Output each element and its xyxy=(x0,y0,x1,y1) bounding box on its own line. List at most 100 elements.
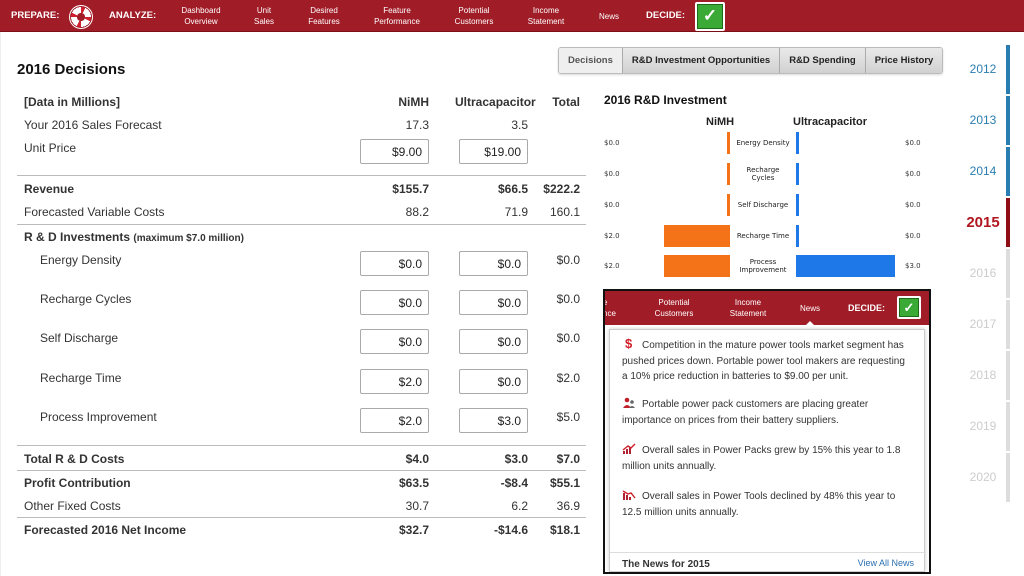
row-label: Profit Contribution xyxy=(24,476,131,490)
nav-label-line: News xyxy=(799,304,820,313)
ultra-unit-price-input[interactable]: $19.00 xyxy=(459,139,528,164)
nimh-rd-input[interactable]: $2.0 xyxy=(360,408,429,433)
nimh-rd-input[interactable]: $0.0 xyxy=(360,251,429,276)
total-revenue: $222.2 xyxy=(543,182,580,196)
tab-rd-spending[interactable]: R&D Spending xyxy=(780,48,866,73)
nimh-bar xyxy=(727,194,730,216)
svg-text:$: $ xyxy=(625,336,633,350)
net-income-row: Forecasted 2016 Net Income $32.7 -$14.6 … xyxy=(17,523,583,543)
year-2016[interactable]: 2016 xyxy=(960,249,1010,298)
nimh-rd-input[interactable]: $0.0 xyxy=(360,290,429,315)
nav-potential-customers[interactable]: Potential Customers xyxy=(448,5,500,27)
ultra-rd-input[interactable]: $0.0 xyxy=(459,251,528,276)
nav-label-line: nce xyxy=(603,309,616,318)
nimh-unit-price-input[interactable]: $9.00 xyxy=(360,139,429,164)
total-fixed-costs: 36.9 xyxy=(556,499,580,513)
year-2020[interactable]: 2020 xyxy=(960,453,1010,502)
ultra-rd-input[interactable]: $0.0 xyxy=(459,290,528,315)
tab-rd-investment-opportunities[interactable]: R&D Investment Opportunities xyxy=(622,48,781,73)
nav-feature-performance[interactable]: Feature Performance xyxy=(368,5,426,27)
news-item: Overall sales in Power Packs grew by 15%… xyxy=(622,443,912,474)
news-item: Overall sales in Power Tools declined by… xyxy=(622,489,912,520)
category-line: Process xyxy=(749,258,777,266)
ultracapacitor-bar xyxy=(796,163,799,185)
nimh-sales-forecast: 17.3 xyxy=(405,118,429,132)
nimh-net-income: $32.7 xyxy=(398,523,429,537)
total-net-income: $18.1 xyxy=(549,523,580,537)
nav-unit-sales[interactable]: Unit Sales xyxy=(244,5,284,27)
total-rd: $7.0 xyxy=(556,452,580,466)
total-rd-row: Total R & D Costs $4.0 $3.0 $7.0 xyxy=(17,452,583,472)
nav-label-line: Desired xyxy=(310,6,338,15)
popup-nav-feature-performance[interactable]: e nce xyxy=(603,297,621,319)
popup-decide-label: DECIDE: xyxy=(848,303,886,313)
ultra-rd-input[interactable]: $0.0 xyxy=(459,369,528,394)
chart-series-ultracapacitor: Ultracapacitor xyxy=(793,116,867,128)
rd-row-label: Recharge Cycles xyxy=(40,292,132,306)
year-2018[interactable]: 2018 xyxy=(960,351,1010,400)
view-tabs: Decisions R&D Investment Opportunities R… xyxy=(558,47,944,74)
rd-row-label: Energy Density xyxy=(40,253,122,267)
tab-decisions[interactable]: Decisions xyxy=(559,48,623,73)
nav-label-line: Sales xyxy=(253,17,274,26)
view-all-news-link[interactable]: View All News xyxy=(858,558,914,568)
nav-desired-features[interactable]: Desired Features xyxy=(302,5,346,27)
news-item: $ Competition in the mature power tools m… xyxy=(622,336,912,385)
row-label: Total R & D Costs xyxy=(24,452,125,466)
nimh-value-label: $0.0 xyxy=(604,170,620,178)
ultra-variable-costs: 71.9 xyxy=(504,205,528,219)
year-2013[interactable]: 2013 xyxy=(960,96,1010,145)
chart-category-label: Energy Density xyxy=(731,139,795,147)
tab-price-history[interactable]: Price History xyxy=(865,48,943,73)
year-2015[interactable]: 2015 xyxy=(960,198,1010,247)
chart-category-label: Recharge Time xyxy=(731,232,795,240)
popup-nav-news[interactable]: News xyxy=(795,303,825,314)
rd-row-label: Recharge Time xyxy=(40,371,122,385)
rd-row-label: Process Improvement xyxy=(40,410,157,424)
ultra-rd-input[interactable]: $0.0 xyxy=(459,329,528,354)
nav-income-statement[interactable]: Income Statement xyxy=(522,5,570,27)
ultra-rd-input[interactable]: $3.0 xyxy=(459,408,528,433)
rd-row-total: $5.0 xyxy=(556,410,580,424)
popup-decide-button[interactable]: ✓ xyxy=(897,296,921,319)
row-label: Revenue xyxy=(24,182,75,196)
nimh-bar xyxy=(664,255,730,277)
page-title: 2016 Decisions xyxy=(17,61,126,78)
nav-label-line: Feature xyxy=(383,6,411,15)
table-header-row: [Data in Millions] NiMH Ultracapacitor T… xyxy=(17,95,583,115)
lifebuoy-icon[interactable] xyxy=(70,6,92,28)
ultra-total-rd: $3.0 xyxy=(504,452,528,466)
nimh-rd-input[interactable]: $2.0 xyxy=(360,369,429,394)
divider xyxy=(17,470,586,471)
nav-dashboard-overview[interactable]: Dashboard Overview xyxy=(174,5,228,27)
news-item: Portable power pack customers are placin… xyxy=(622,397,912,428)
category-line: Self Discharge xyxy=(737,201,789,209)
dollar-icon: $ xyxy=(622,336,636,351)
nimh-bar xyxy=(727,132,730,154)
column-header-total: Total xyxy=(552,95,580,109)
ultra-value-label: $0.0 xyxy=(905,232,921,240)
ultra-sales-forecast: 3.5 xyxy=(511,118,528,132)
ultra-fixed-costs: 6.2 xyxy=(511,499,528,513)
nimh-value-label: $0.0 xyxy=(604,139,620,147)
nav-label-line: Income xyxy=(734,298,762,307)
popup-nav-potential-customers[interactable]: Potential Customers xyxy=(651,297,697,319)
year-2012[interactable]: 2012 xyxy=(960,45,1010,94)
table-header-label: [Data in Millions] xyxy=(24,95,120,109)
chart-category-label: Recharge Cycles xyxy=(731,166,795,182)
nimh-bar xyxy=(727,163,730,185)
decide-button[interactable]: ✓ xyxy=(695,2,725,31)
nav-news[interactable]: News xyxy=(594,11,624,22)
ultra-value-label: $3.0 xyxy=(905,262,921,270)
row-label: Your 2016 Sales Forecast xyxy=(24,118,162,132)
year-2017[interactable]: 2017 xyxy=(960,300,1010,349)
popup-nav-income-statement[interactable]: Income Statement xyxy=(725,297,771,319)
sales-forecast-row: Your 2016 Sales Forecast 17.3 3.5 xyxy=(17,118,583,138)
profit-contribution-row: Profit Contribution $63.5 -$8.4 $55.1 xyxy=(17,476,583,496)
nimh-rd-input[interactable]: $0.0 xyxy=(360,329,429,354)
ultra-profit: -$8.4 xyxy=(500,476,528,490)
ultra-net-income: -$14.6 xyxy=(493,523,528,537)
year-2019[interactable]: 2019 xyxy=(960,402,1010,451)
news-footer: The News for 2015 View All News xyxy=(610,552,926,572)
year-2014[interactable]: 2014 xyxy=(960,147,1010,196)
